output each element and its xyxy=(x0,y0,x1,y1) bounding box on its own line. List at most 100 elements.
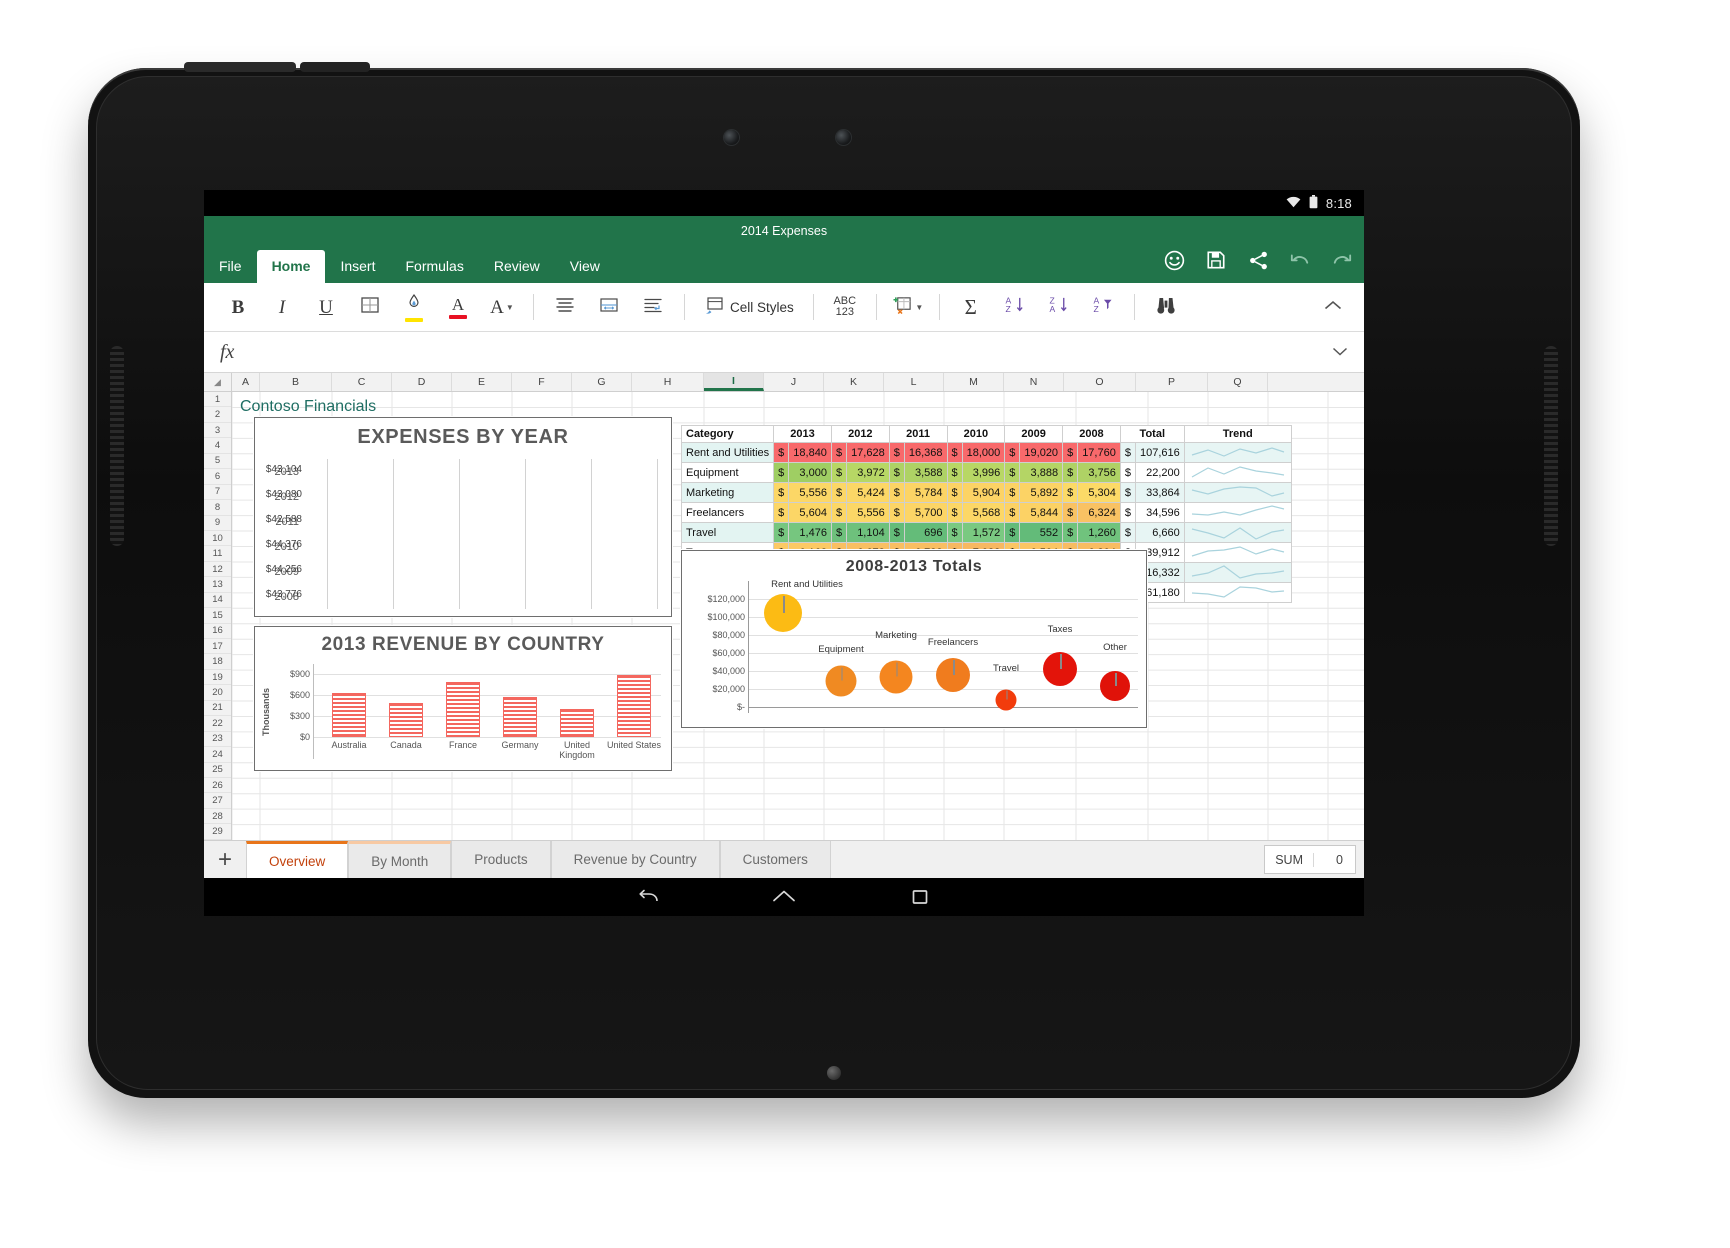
font-formatting-button[interactable]: A ▼ xyxy=(480,286,524,328)
filter-button[interactable]: AZ xyxy=(1081,286,1125,328)
find-button[interactable] xyxy=(1144,286,1188,328)
row-header-13[interactable]: 13 xyxy=(204,577,231,593)
table-row[interactable]: Marketing $ 5,556 $ 5,424 $ 5,784 $ 5,90… xyxy=(680,482,1292,503)
col-header-J[interactable]: J xyxy=(764,373,824,391)
table-row[interactable]: Equipment $ 3,000 $ 3,972 $ 3,588 $ 3,99… xyxy=(680,462,1292,483)
sum-status-box[interactable]: SUM 0 xyxy=(1264,845,1356,874)
recents-nav-button[interactable] xyxy=(907,887,933,912)
bubble-travel[interactable] xyxy=(995,689,1017,711)
save-icon[interactable] xyxy=(1204,248,1228,272)
device-power-button[interactable] xyxy=(184,62,296,72)
row-header-28[interactable]: 28 xyxy=(204,809,231,825)
row-header-1[interactable]: 1 xyxy=(204,392,231,408)
tab-file[interactable]: File xyxy=(204,250,257,283)
sort-ascending-button[interactable]: AZ xyxy=(993,286,1037,328)
add-sheet-button[interactable]: + xyxy=(204,841,246,878)
device-volume-button[interactable] xyxy=(300,62,370,72)
redo-icon[interactable] xyxy=(1330,248,1354,272)
row-header-2[interactable]: 2 xyxy=(204,407,231,423)
home-nav-button[interactable] xyxy=(771,887,797,912)
sheet-heading-cell[interactable]: Contoso Financials xyxy=(240,398,376,416)
bubble-freelancers[interactable] xyxy=(936,658,970,692)
row-header-22[interactable]: 22 xyxy=(204,716,231,732)
col-header-A[interactable]: A xyxy=(232,373,260,391)
formula-input[interactable] xyxy=(248,344,1318,360)
row-header-8[interactable]: 8 xyxy=(204,500,231,516)
row-header-21[interactable]: 21 xyxy=(204,701,231,717)
row-header-16[interactable]: 16 xyxy=(204,624,231,639)
borders-button[interactable] xyxy=(348,286,392,328)
undo-icon[interactable] xyxy=(1288,248,1312,272)
sheet-canvas[interactable]: Contoso Financials EXPENSES BY YEAR 2013… xyxy=(232,392,1364,840)
row-header-12[interactable]: 12 xyxy=(204,562,231,578)
sheet-tab-by-month[interactable]: By Month xyxy=(348,841,452,878)
underline-button[interactable]: U xyxy=(304,286,348,328)
row-header-23[interactable]: 23 xyxy=(204,732,231,748)
align-button[interactable] xyxy=(543,286,587,328)
collapse-ribbon-button[interactable] xyxy=(1314,299,1352,316)
col-header-Q[interactable]: Q xyxy=(1208,373,1268,391)
row-header-3[interactable]: 3 xyxy=(204,423,231,439)
chart-2008-2013-totals[interactable]: 2008-2013 Totals $120,000 $100,000 $80,0… xyxy=(681,550,1147,728)
row-header-19[interactable]: 19 xyxy=(204,670,231,686)
row-header-11[interactable]: 11 xyxy=(204,546,231,562)
row-header-29[interactable]: 29 xyxy=(204,824,231,840)
col-header-I[interactable]: I xyxy=(704,373,764,391)
tab-insert[interactable]: Insert xyxy=(325,250,390,283)
tab-review[interactable]: Review xyxy=(479,250,555,283)
row-header-7[interactable]: 7 xyxy=(204,485,231,501)
table-row[interactable]: Rent and Utilities $ 18,840 $ 17,628 $ 1… xyxy=(680,442,1292,463)
row-header-14[interactable]: 14 xyxy=(204,593,231,609)
col-header-L[interactable]: L xyxy=(884,373,944,391)
row-header-9[interactable]: 9 xyxy=(204,516,231,531)
col-header-E[interactable]: E xyxy=(452,373,512,391)
bubble-rent-and-utilities[interactable] xyxy=(764,594,802,632)
table-row[interactable]: Freelancers $ 5,604 $ 5,556 $ 5,700 $ 5,… xyxy=(680,502,1292,523)
row-header-4[interactable]: 4 xyxy=(204,438,231,454)
autosum-button[interactable]: Σ xyxy=(949,286,993,328)
sheet-tab-overview[interactable]: Overview xyxy=(246,841,349,878)
col-header-K[interactable]: K xyxy=(824,373,884,391)
select-all-corner[interactable]: ◢ xyxy=(204,373,232,391)
col-header-M[interactable]: M xyxy=(944,373,1004,391)
sheet-tab-products[interactable]: Products xyxy=(451,841,551,878)
row-header-17[interactable]: 17 xyxy=(204,639,231,655)
col-header-C[interactable]: C xyxy=(332,373,392,391)
col-header-H[interactable]: H xyxy=(632,373,704,391)
share-icon[interactable] xyxy=(1246,248,1270,272)
row-header-20[interactable]: 20 xyxy=(204,685,231,701)
row-header-5[interactable]: 5 xyxy=(204,454,231,470)
col-header-N[interactable]: N xyxy=(1004,373,1064,391)
smiley-feedback-icon[interactable] xyxy=(1162,248,1186,272)
row-header-10[interactable]: 10 xyxy=(204,531,231,547)
table-row[interactable]: Travel $ 1,476 $ 1,104 $ 696 $ 1,572 $ 5 xyxy=(680,522,1292,543)
italic-button[interactable]: I xyxy=(260,286,304,328)
fill-color-button[interactable] xyxy=(392,286,436,328)
chart-expenses-by-year[interactable]: EXPENSES BY YEAR 2013 $43,104 2012 $43,0… xyxy=(254,417,672,617)
row-header-27[interactable]: 27 xyxy=(204,793,231,809)
sort-descending-button[interactable]: ZA xyxy=(1037,286,1081,328)
tab-formulas[interactable]: Formulas xyxy=(390,250,478,283)
row-header-25[interactable]: 25 xyxy=(204,763,231,778)
font-color-button[interactable]: A xyxy=(436,286,480,328)
merge-cells-button[interactable] xyxy=(587,286,631,328)
cell-styles-button[interactable]: Cell Styles xyxy=(694,286,804,328)
chart-revenue-by-country[interactable]: 2013 REVENUE BY COUNTRY Thousands $900 $… xyxy=(254,626,672,771)
col-header-B[interactable]: B xyxy=(260,373,332,391)
bold-button[interactable]: B xyxy=(216,286,260,328)
tab-view[interactable]: View xyxy=(555,250,615,283)
col-header-D[interactable]: D xyxy=(392,373,452,391)
row-header-18[interactable]: 18 xyxy=(204,654,231,670)
row-header-26[interactable]: 26 xyxy=(204,778,231,794)
bubble-other[interactable] xyxy=(1100,671,1130,701)
row-header-15[interactable]: 15 xyxy=(204,608,231,624)
bubble-equipment[interactable] xyxy=(825,665,857,697)
row-header-24[interactable]: 24 xyxy=(204,747,231,763)
col-header-G[interactable]: G xyxy=(572,373,632,391)
col-header-F[interactable]: F xyxy=(512,373,572,391)
bubble-taxes[interactable] xyxy=(1043,652,1077,686)
col-header-O[interactable]: O xyxy=(1064,373,1136,391)
wrap-text-button[interactable] xyxy=(631,286,675,328)
expand-formula-bar-button[interactable] xyxy=(1332,345,1348,360)
tab-home[interactable]: Home xyxy=(256,250,326,283)
